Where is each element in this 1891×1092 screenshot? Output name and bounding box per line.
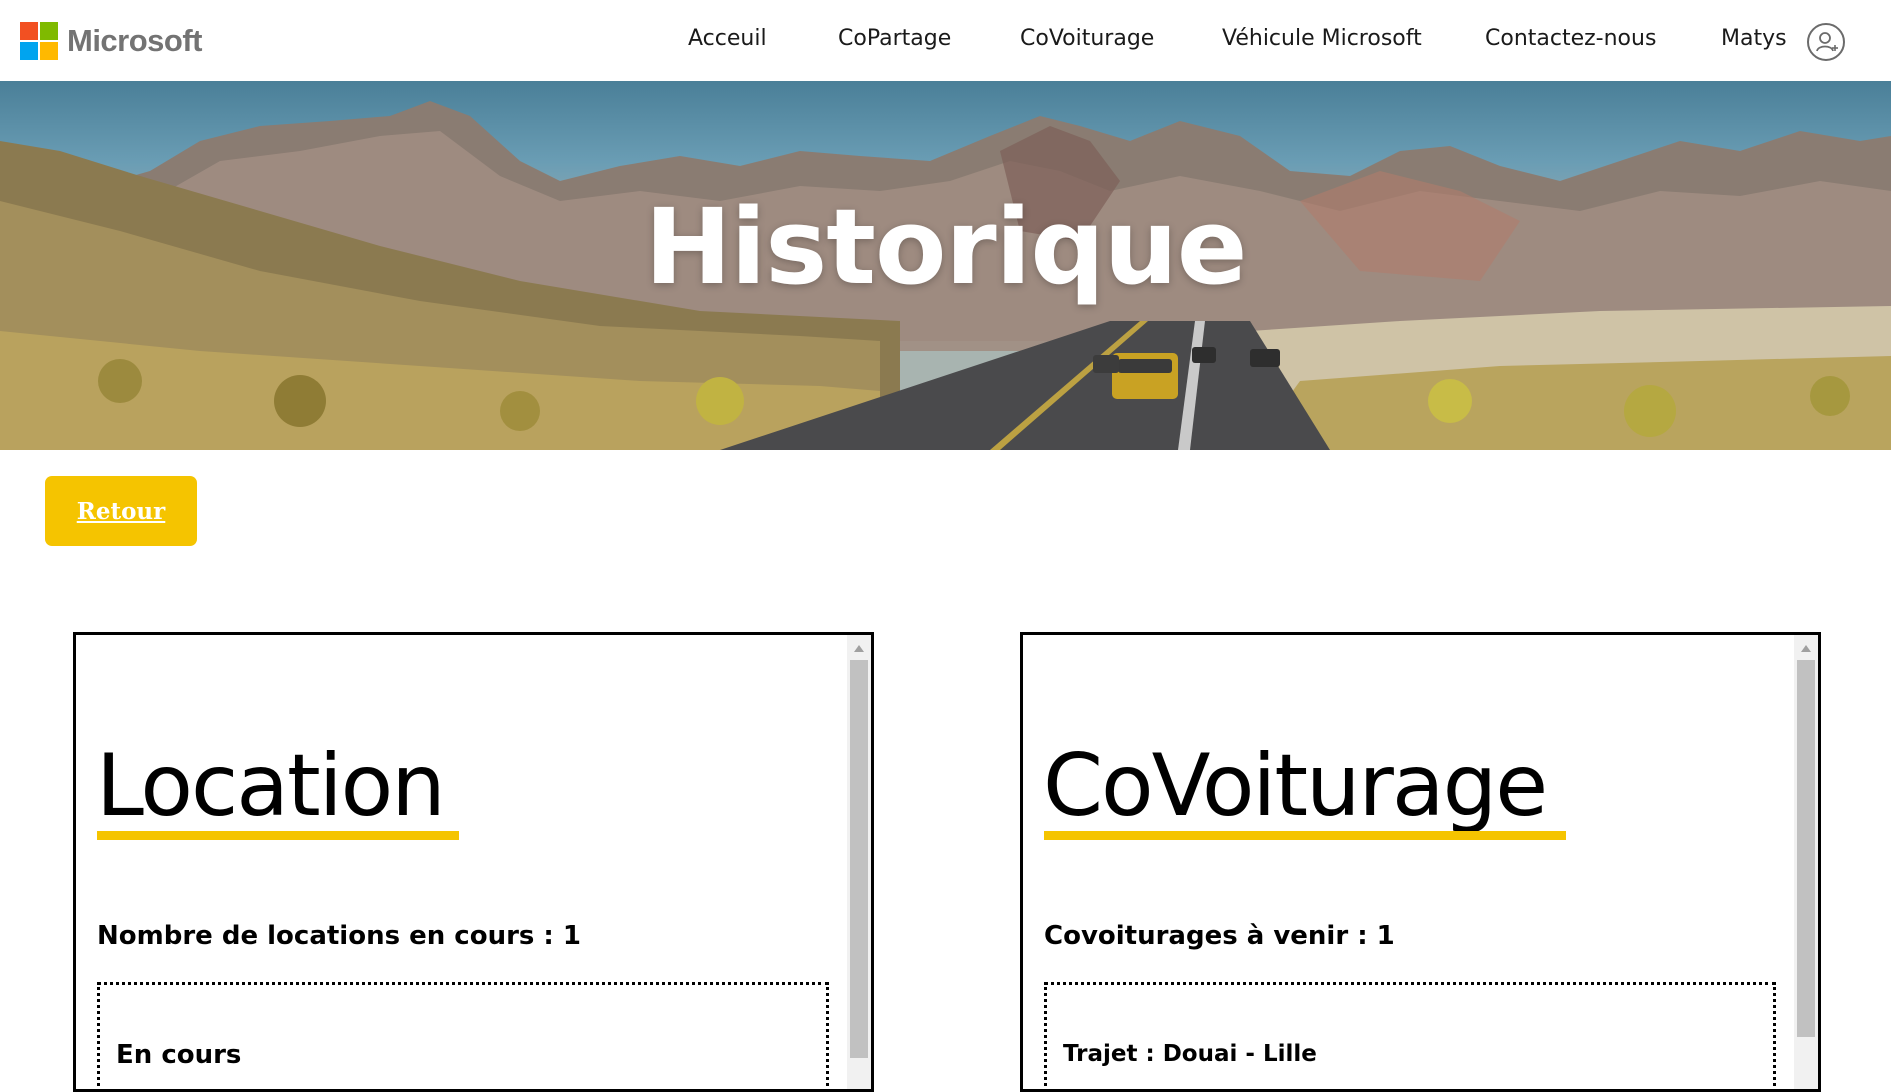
location-title-underline <box>97 831 459 840</box>
scrollbar-thumb[interactable] <box>1797 660 1815 1037</box>
location-panel-scrollbar[interactable] <box>847 635 871 1089</box>
location-panel-title: Location <box>96 736 446 836</box>
nav-item-acceuil[interactable]: Acceuil <box>688 26 767 51</box>
location-card-heading: En cours <box>116 1040 242 1070</box>
scroll-up-arrow-icon[interactable] <box>1801 645 1811 652</box>
nav-item-user-name[interactable]: Matys <box>1721 26 1787 51</box>
nav-item-covoiturage[interactable]: CoVoiturage <box>1020 26 1154 51</box>
nav-item-copartage[interactable]: CoPartage <box>838 26 951 51</box>
location-card: En cours <box>97 982 829 1089</box>
scrollbar-thumb[interactable] <box>850 660 868 1058</box>
nav-item-vehicule-microsoft[interactable]: Véhicule Microsoft <box>1222 26 1422 51</box>
covoiturage-panel-title: CoVoiturage <box>1043 736 1548 836</box>
covoiturage-panel-scrollbar[interactable] <box>1794 635 1818 1089</box>
covoiturage-title-underline <box>1044 831 1566 840</box>
location-count-text: Nombre de locations en cours : 1 <box>97 921 581 951</box>
nav-item-contactez-nous[interactable]: Contactez-nous <box>1485 26 1656 51</box>
covoiturage-card-trajet: Trajet : Douai - Lille <box>1063 1041 1317 1067</box>
covoiturage-panel: CoVoiturage Covoiturages à venir : 1 Tra… <box>1020 632 1821 1092</box>
page-title: Historique <box>644 186 1248 308</box>
hero-banner: Historique <box>0 81 1891 450</box>
location-panel: Location Nombre de locations en cours : … <box>73 632 874 1092</box>
covoiturage-count-text: Covoiturages à venir : 1 <box>1044 921 1395 951</box>
scroll-up-arrow-icon[interactable] <box>854 645 864 652</box>
main-nav: Acceuil CoPartage CoVoiturage Véhicule M… <box>0 0 1891 81</box>
covoiturage-card: Trajet : Douai - Lille <box>1044 982 1776 1089</box>
top-navigation-bar: Microsoft Acceuil CoPartage CoVoiturage … <box>0 0 1891 81</box>
back-button-label: Retour <box>76 497 166 525</box>
back-button[interactable]: Retour <box>45 476 197 546</box>
user-add-icon[interactable] <box>1807 23 1845 61</box>
